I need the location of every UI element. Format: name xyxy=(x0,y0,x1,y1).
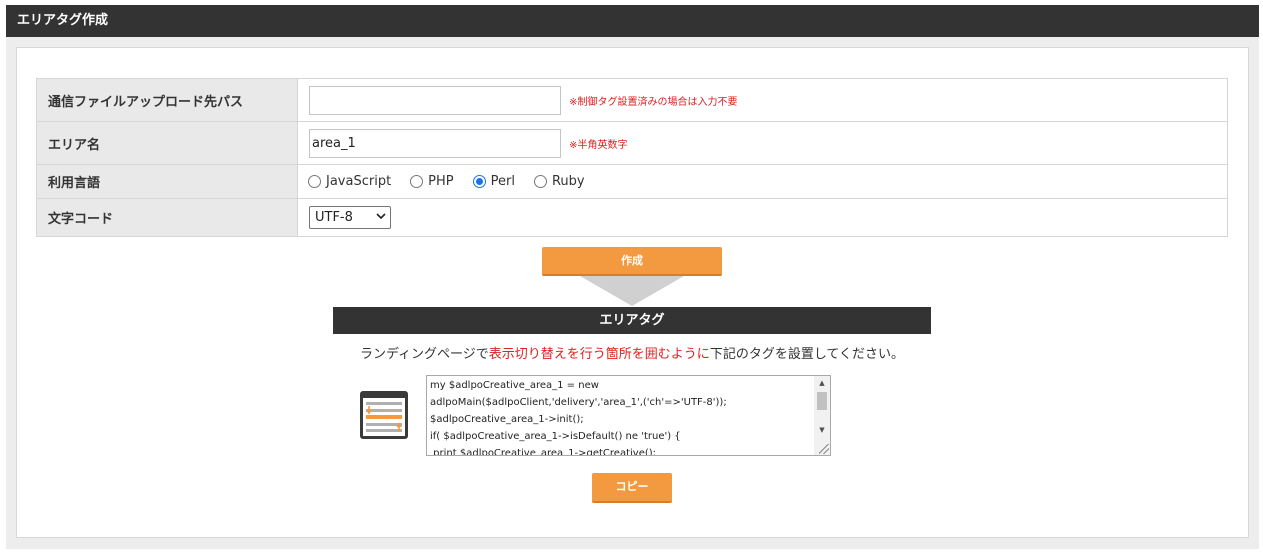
radio-php[interactable]: PHP xyxy=(410,174,454,189)
tag-code-content: my $adlpoCreative_area_1 = new adlpoMain(… xyxy=(430,377,814,456)
language-radio-group: JavaScript PHP Perl Ruby xyxy=(308,174,1227,189)
radio-ruby[interactable]: Ruby xyxy=(533,174,585,189)
tag-instruction: ランディングページで表示切り替えを行う箇所を囲むように下記のタグを設置してくださ… xyxy=(333,343,931,362)
code-line: print $adlpoCreative_area_1->getCreative… xyxy=(430,448,657,456)
scroll-up-icon[interactable]: ▲ xyxy=(814,376,830,390)
radio-perl-circle[interactable] xyxy=(472,175,486,188)
radio-php-label: PHP xyxy=(428,174,454,189)
area-tag-form: 通信ファイルアップロード先パス ※制御タグ設置済みの場合は入力不要 エリア名 ※… xyxy=(36,78,1228,237)
instruction-text-before: ランディングページで xyxy=(359,347,489,362)
language-label: 利用言語 xyxy=(36,164,298,199)
radio-perl[interactable]: Perl xyxy=(472,174,515,189)
radio-ruby-label: Ruby xyxy=(551,174,585,189)
upload-path-label: 通信ファイルアップロード先パス xyxy=(36,78,298,122)
charset-select-value: UTF-8 xyxy=(315,210,353,225)
area-name-note: ※半角英数字 xyxy=(569,139,628,151)
charset-label: 文字コード xyxy=(36,198,298,237)
form-row-language: 利用言語 JavaScript PHP Perl Ruby xyxy=(36,164,1228,199)
scroll-down-icon[interactable]: ▼ xyxy=(814,423,830,437)
copy-button[interactable]: コピー xyxy=(592,473,672,503)
radio-javascript-circle[interactable] xyxy=(308,175,321,188)
upload-path-note: ※制御タグ設置済みの場合は入力不要 xyxy=(569,96,738,108)
form-row-charset: 文字コード UTF-8 xyxy=(36,198,1228,237)
area-name-input[interactable] xyxy=(309,128,561,158)
chevron-down-icon xyxy=(372,212,390,223)
area-name-label: エリア名 xyxy=(36,121,298,165)
radio-php-circle[interactable] xyxy=(410,175,424,188)
code-line: if( $adlpoCreative_area_1->isDefault() n… xyxy=(430,431,681,442)
arrow-down-icon xyxy=(580,276,684,306)
instruction-text-after: 下記のタグを設置してください。 xyxy=(709,347,905,362)
upload-path-input[interactable] xyxy=(309,85,561,115)
create-button[interactable]: 作成 xyxy=(542,247,722,276)
radio-ruby-circle[interactable] xyxy=(533,175,547,188)
area-tag-title: エリアタグ xyxy=(333,307,931,334)
form-row-area-name: エリア名 ※半角英数字 xyxy=(36,121,1228,165)
code-line: my $adlpoCreative_area_1 = new xyxy=(430,380,599,391)
scroll-thumb[interactable] xyxy=(817,392,827,410)
charset-select[interactable]: UTF-8 xyxy=(309,206,391,229)
form-row-upload-path: 通信ファイルアップロード先パス ※制御タグ設置済みの場合は入力不要 xyxy=(36,78,1228,122)
radio-javascript-label: JavaScript xyxy=(326,174,392,189)
code-document-icon xyxy=(359,390,409,440)
radio-javascript[interactable]: JavaScript xyxy=(308,174,391,189)
resize-grip-icon[interactable] xyxy=(819,444,829,454)
instruction-text-highlight: 表示切り替えを行う箇所を囲むように xyxy=(488,347,710,362)
code-line: adlpoMain($adlpoClient,'delivery','area_… xyxy=(430,397,727,408)
panel-title: エリアタグ作成 xyxy=(6,5,1259,37)
radio-perl-label: Perl xyxy=(490,174,515,189)
code-line: $adlpoCreative_area_1->init(); xyxy=(430,414,584,425)
tag-code-textarea[interactable]: my $adlpoCreative_area_1 = new adlpoMain(… xyxy=(426,375,831,456)
